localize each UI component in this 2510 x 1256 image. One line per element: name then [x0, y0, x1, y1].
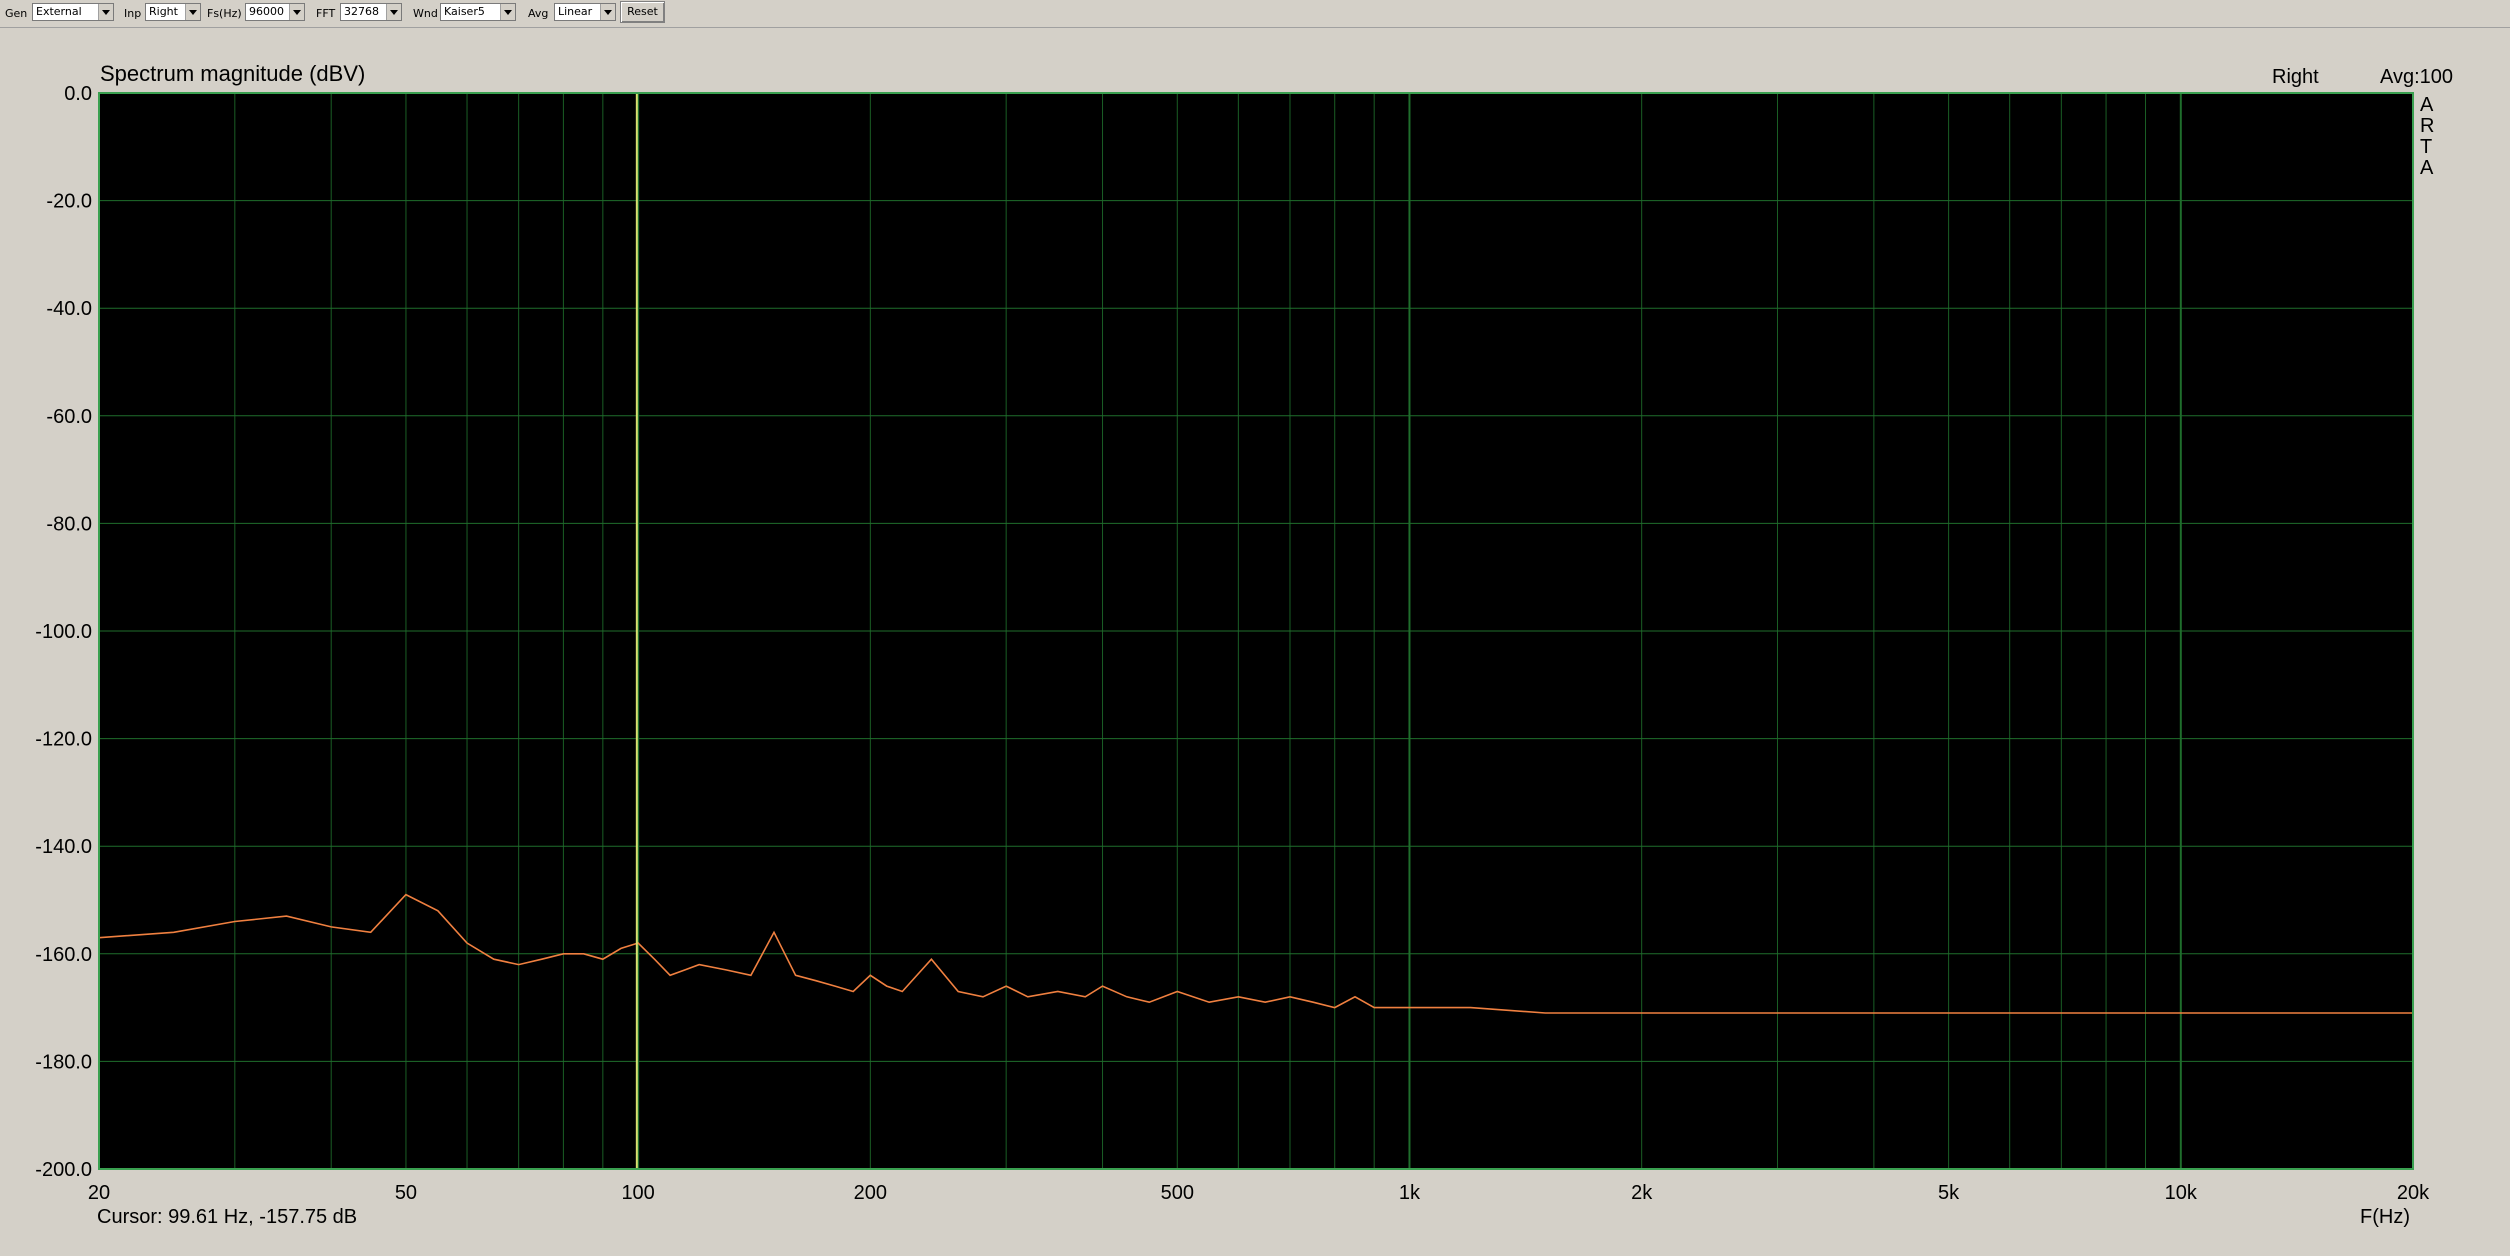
arta-letter: A	[2420, 94, 2434, 116]
y-tick-label: -40.0	[46, 298, 92, 320]
x-axis-ticks: 20 50 100 200 500 1k 2k 5k 10k 20k	[88, 1182, 2430, 1204]
x-tick-label: 20	[88, 1182, 110, 1204]
spectrum-chart[interactable]: 0.0 -20.0 -40.0 -60.0 -80.0 -100.0 -120.0 -140.…	[0, 0, 2510, 1256]
y-tick-label: -160.0	[35, 944, 92, 966]
channel-label: Right	[2272, 66, 2319, 88]
x-tick-label: 1k	[1399, 1182, 1421, 1204]
y-axis-ticks: 0.0 -20.0 -40.0 -60.0 -80.0 -100.0 -120.0 -140.…	[35, 83, 92, 1181]
y-tick-label: -60.0	[46, 406, 92, 428]
x-tick-label: 10k	[2165, 1182, 2198, 1204]
cursor-readout: Cursor: 99.61 Hz, -157.75 dB	[97, 1206, 357, 1228]
x-tick-label: 2k	[1631, 1182, 1653, 1204]
y-tick-label: -120.0	[35, 729, 92, 751]
y-tick-label: -140.0	[35, 836, 92, 858]
chart-title: Spectrum magnitude (dBV)	[100, 61, 365, 86]
arta-letter: T	[2420, 136, 2432, 158]
x-axis-label: F(Hz)	[2360, 1206, 2410, 1228]
x-tick-label: 100	[621, 1182, 654, 1204]
avg-count-label: Avg:100	[2380, 66, 2453, 88]
y-tick-label: 0.0	[64, 83, 92, 105]
y-tick-label: -20.0	[46, 191, 92, 213]
x-tick-label: 50	[395, 1182, 417, 1204]
y-tick-label: -80.0	[46, 513, 92, 535]
x-tick-label: 5k	[1938, 1182, 1960, 1204]
x-tick-label: 20k	[2397, 1182, 2430, 1204]
arta-letter: A	[2420, 157, 2434, 179]
y-tick-label: -180.0	[35, 1051, 92, 1073]
arta-vertical-label: ARTA	[2420, 94, 2434, 179]
y-tick-label: -200.0	[35, 1159, 92, 1181]
arta-letter: R	[2420, 115, 2434, 137]
x-tick-label: 200	[854, 1182, 887, 1204]
x-tick-label: 500	[1161, 1182, 1194, 1204]
y-tick-label: -100.0	[35, 621, 92, 643]
